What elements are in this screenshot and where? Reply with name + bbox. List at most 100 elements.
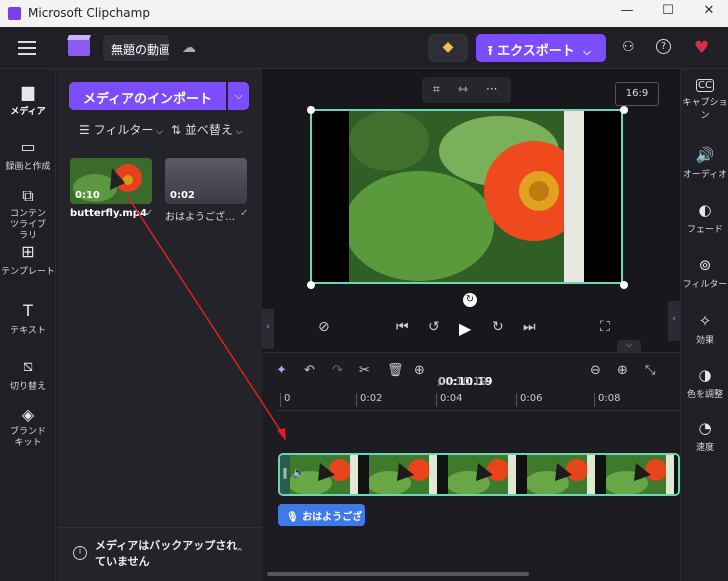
premium-diamond-icon[interactable]: ◆ (428, 34, 468, 62)
fade-icon: ◐ (698, 201, 712, 219)
import-media-button[interactable]: メディアのインポート (69, 82, 226, 110)
media-name: おはようござ… (165, 212, 235, 223)
resize-handle[interactable] (620, 281, 628, 289)
left-sidebar: ▆ メディア ▭ 録画と作成 ⧉ コンテンツライブラリ ⊞ テンプレート T テキスト ⧅… (0, 69, 56, 581)
skip-back-icon[interactable]: ⏮ (396, 319, 409, 335)
duration-badge: 0:02 (170, 190, 195, 201)
info-icon: i (73, 546, 87, 560)
sidebar-item-filters[interactable]: ⊚ フィルター (681, 256, 728, 290)
ruler-tick: 0:02 (356, 393, 382, 407)
filter-button[interactable]: ☰ フィルター ⌵ (79, 121, 163, 138)
effects-icon: ✧ (698, 312, 712, 330)
video-preview[interactable] (310, 109, 623, 284)
camera-off-icon[interactable]: ⊘ (318, 319, 330, 335)
import-dropdown-button[interactable]: ⌵ (228, 82, 249, 110)
delete-icon[interactable]: 🗑 (387, 363, 404, 378)
media-name: butterfly.mp4 (70, 208, 147, 219)
timeline-toolbar: ✦ ↶ ↷ ✂ 🗑 ⊕ 00:10.19 / 00:10.19 ⊖ ⊕ ⤡ (276, 363, 656, 388)
project-title-field[interactable]: 無題の動画 (103, 35, 169, 61)
resize-handle[interactable] (307, 106, 315, 114)
crop-icon[interactable]: ⌗ (433, 82, 440, 97)
collapse-left-panel[interactable]: ‹ (262, 309, 274, 349)
microphone-icon: 🎙 (286, 512, 303, 523)
chevron-up-icon[interactable]: ⌃ (235, 546, 244, 559)
help-icon[interactable]: ? (656, 39, 671, 54)
collapse-right-panel[interactable]: ‹ (668, 301, 680, 341)
video-clip[interactable]: ‖ 🔈 (278, 453, 680, 496)
backup-notice[interactable]: i メディアはバックアップされていません ⌃ (57, 527, 262, 581)
more-icon[interactable]: ··· (486, 82, 497, 96)
color-adjust-icon: ◑ (698, 366, 712, 384)
close-button[interactable]: ✕ (697, 3, 721, 23)
audio-clip[interactable]: 🎙 おはようござ (278, 504, 365, 526)
window-titlebar: Microsoft Clipchamp — ☐ ✕ (0, 0, 728, 27)
menu-icon[interactable] (18, 41, 36, 59)
sidebar-item-templates[interactable]: ⊞ テンプレート (0, 242, 56, 277)
sidebar-item-color-adjust[interactable]: ◑ 色を調整 (681, 366, 728, 400)
minimize-button[interactable]: — (615, 3, 639, 23)
rotate-icon[interactable]: ↻ (463, 293, 477, 307)
fullscreen-icon[interactable]: ⛶ (600, 319, 610, 335)
heart-icon[interactable]: ♥ (694, 38, 709, 58)
undo-icon[interactable]: ↶ (304, 363, 315, 378)
preview-toolbar: ⌗ ⇿ ··· (422, 77, 511, 103)
maximize-button[interactable]: ☐ (656, 3, 680, 23)
ruler-tick: 0 (280, 393, 290, 407)
duration-badge: 0:10 (75, 190, 100, 201)
sidebar-item-transitions[interactable]: ⧅ 切り替え (0, 356, 56, 392)
scissors-icon[interactable]: ✂ (359, 363, 370, 378)
timeline-ruler[interactable]: 0 0:02 0:04 0:06 0:08 (276, 393, 680, 411)
sidebar-item-audio[interactable]: 🔊 オーディオ (681, 146, 728, 180)
zoom-in-icon[interactable]: ⊕ (617, 363, 628, 378)
window-title: Microsoft Clipchamp (28, 6, 150, 20)
sidebar-item-record[interactable]: ▭ 録画と作成 (0, 137, 56, 172)
filter-icon: ☰ (79, 123, 94, 137)
zoom-out-icon[interactable]: ⊖ (590, 363, 601, 378)
video-frame (349, 111, 584, 282)
cloud-off-icon[interactable]: ☁ (182, 40, 196, 56)
app-icon (8, 7, 21, 20)
play-icon[interactable]: ▶ (459, 319, 471, 338)
resize-handle[interactable] (307, 281, 315, 289)
forward-5-icon[interactable]: ↻ (492, 319, 504, 335)
chevron-down-icon: ⌵ (153, 127, 164, 137)
video-frame-image (349, 111, 584, 282)
sidebar-item-text[interactable]: T テキスト (0, 301, 56, 336)
sort-button[interactable]: ⇅ 並べ替え ⌵ (171, 121, 243, 138)
transition-icon: ⧅ (22, 356, 34, 375)
add-clip-icon[interactable]: ⊕ (414, 363, 425, 378)
volume-icon[interactable]: 🔈 (292, 466, 306, 479)
rewind-5-icon[interactable]: ↺ (428, 319, 440, 335)
clip-trim-handle[interactable]: ‖ (280, 455, 290, 494)
sidebar-item-effects[interactable]: ✧ 効果 (681, 312, 728, 346)
captions-icon: CC (696, 79, 714, 92)
fit-timeline-icon[interactable]: ⤡ (645, 363, 655, 378)
sidebar-item-media[interactable]: ▆ メディア (0, 82, 56, 117)
share-people-icon[interactable]: ⚇ (622, 39, 635, 55)
library-icon: ⧉ (22, 186, 34, 205)
check-icon: ✓ (240, 208, 249, 219)
skip-forward-icon[interactable]: ⏭ (523, 319, 536, 335)
sidebar-item-fade[interactable]: ◐ フェード (681, 201, 728, 235)
magic-icon[interactable]: ✦ (276, 363, 287, 378)
upload-icon: ⭱ (488, 44, 498, 59)
sidebar-item-content-library[interactable]: ⧉ コンテンツライブラリ (0, 186, 56, 242)
media-thumbnail-audio[interactable]: 0:02 (165, 158, 247, 204)
speed-icon: ◔ (698, 419, 712, 437)
chevron-down-icon: ⌵ (583, 47, 591, 58)
media-panel: メディアのインポート ⌵ ☰ フィルター ⌵ ⇅ 並べ替え ⌵ 0:10 but… (57, 69, 262, 581)
timeline-scrollbar[interactable] (267, 572, 529, 576)
media-thumbnail-butterfly[interactable]: 0:10 (70, 158, 152, 204)
sidebar-item-speed[interactable]: ◔ 速度 (681, 419, 728, 453)
redo-icon[interactable]: ↷ (332, 363, 343, 378)
aspect-ratio-button[interactable]: 16:9 (615, 82, 659, 106)
chevron-down-icon[interactable]: ⌵ (617, 340, 641, 352)
sidebar-item-captions[interactable]: CC キャプション (681, 79, 728, 121)
brand-kit-icon: ◈ (21, 405, 35, 424)
folder-icon: ▆ (21, 82, 35, 101)
resize-handle[interactable] (620, 106, 628, 114)
export-button[interactable]: ⭱ エクスポート ⌵ (476, 34, 606, 62)
clip-filmstrip (290, 455, 678, 494)
sidebar-item-brand-kit[interactable]: ◈ ブランド キット (0, 405, 56, 449)
fit-icon[interactable]: ⇿ (458, 82, 468, 96)
